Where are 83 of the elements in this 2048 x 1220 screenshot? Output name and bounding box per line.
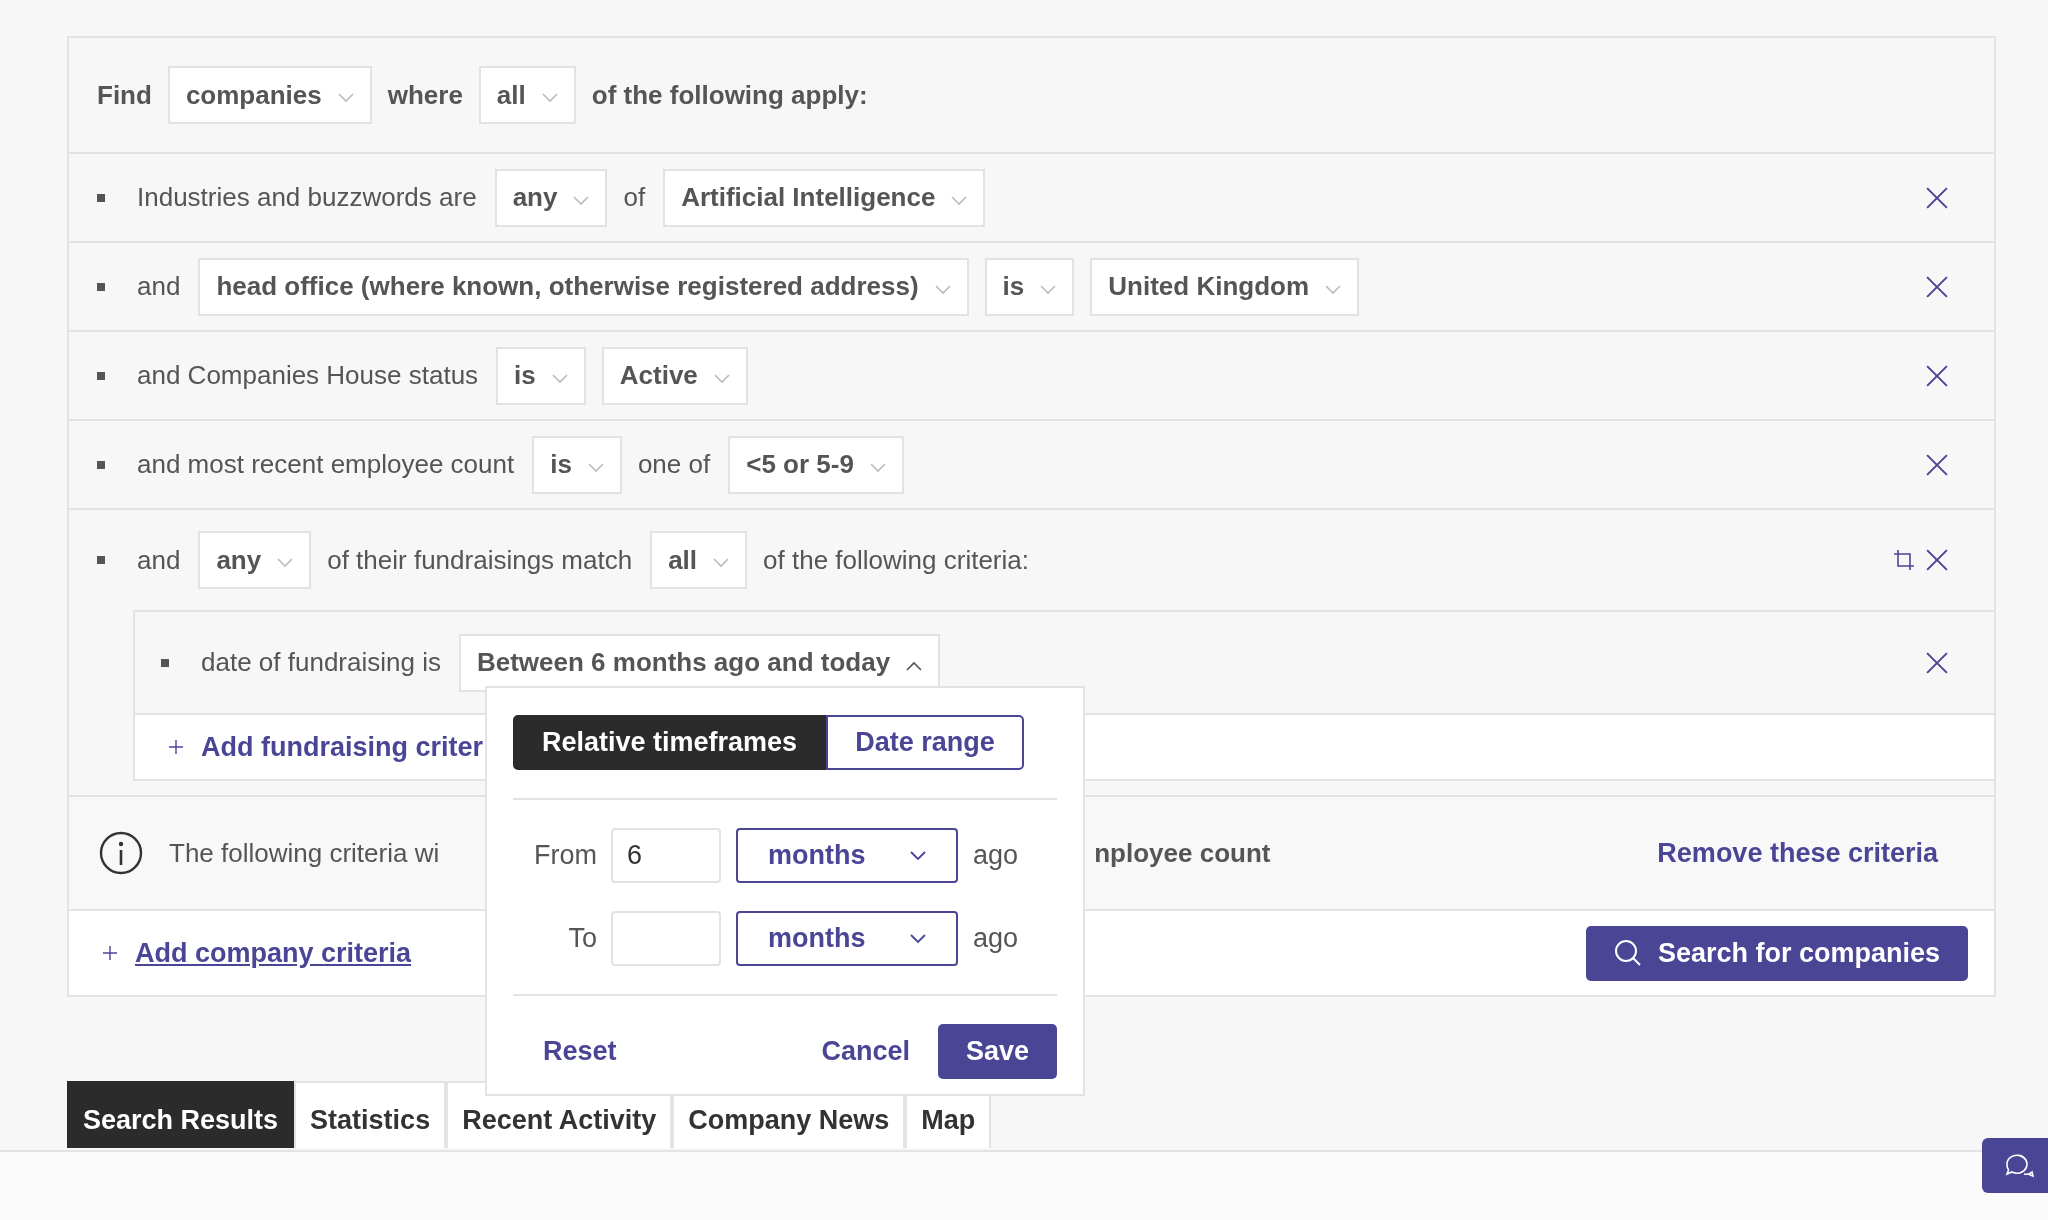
- cancel-button[interactable]: Cancel: [817, 1024, 914, 1079]
- criteria-dropdown[interactable]: United Kingdom: [1090, 257, 1360, 316]
- criteria-text: Industries and buzzwords are: [137, 182, 477, 213]
- bullet: [161, 658, 169, 667]
- range-label: From: [533, 840, 597, 871]
- crop-icon[interactable]: [1892, 548, 1916, 572]
- chevron-down-icon: [910, 850, 926, 861]
- match-dropdown[interactable]: all: [478, 66, 576, 124]
- remove-criteria-link[interactable]: Remove these criteria: [1657, 837, 1938, 869]
- criteria-text: and: [137, 544, 181, 576]
- unit-dropdown[interactable]: months: [736, 911, 958, 966]
- criteria-text: of the following criteria:: [763, 544, 1029, 576]
- bullet: [97, 193, 105, 202]
- criteria-text: and: [137, 271, 181, 302]
- ago-label: ago: [973, 923, 1019, 954]
- criteria-dropdown[interactable]: Active: [601, 346, 748, 405]
- criteria-text: and most recent employee count: [137, 449, 515, 480]
- criteria-text: date of fundraising is: [201, 647, 441, 678]
- close-icon[interactable]: [1926, 549, 1948, 571]
- criteria-dropdown[interactable]: is: [984, 257, 1075, 316]
- chevron-down-icon: [951, 195, 968, 206]
- find-label: Find: [97, 79, 152, 111]
- criteria-dropdown[interactable]: all: [650, 531, 748, 589]
- close-icon[interactable]: [1926, 453, 1948, 476]
- criteria-dropdown[interactable]: Between 6 months ago and today: [458, 633, 941, 692]
- close-icon[interactable]: [1926, 651, 1948, 674]
- chevron-down-icon: [1325, 284, 1342, 295]
- chevron-down-icon: [934, 284, 951, 295]
- timeframe-tab[interactable]: Relative timeframes: [513, 715, 827, 770]
- bullet: [97, 460, 105, 469]
- chevron-down-icon: [910, 933, 926, 944]
- search-button[interactable]: Search for companies: [1585, 925, 1968, 981]
- criteria-dropdown[interactable]: Artificial Intelligence: [663, 168, 986, 227]
- results-tab[interactable]: Search Results: [67, 1081, 295, 1148]
- close-icon[interactable]: [1926, 186, 1948, 209]
- add-company-criteria-link[interactable]: Add company criteria: [135, 937, 412, 969]
- chevron-down-icon: [869, 462, 886, 473]
- unit-dropdown[interactable]: months: [736, 828, 958, 883]
- chevron-down-icon: [541, 93, 558, 103]
- chevron-up-icon: [906, 660, 923, 671]
- subject-dropdown[interactable]: companies: [167, 66, 372, 124]
- chevron-down-icon: [713, 558, 730, 568]
- chevron-down-icon: [587, 462, 604, 473]
- chevron-down-icon: [277, 558, 294, 568]
- chevron-down-icon: [573, 195, 590, 206]
- info-text: The following criteria wi: [169, 837, 440, 869]
- criteria-dropdown[interactable]: is: [496, 346, 586, 405]
- query-suffix: of the following apply:: [591, 79, 868, 111]
- number-field[interactable]: [611, 911, 721, 966]
- range-label: To: [567, 923, 597, 954]
- plus-icon: [169, 740, 183, 754]
- chevron-down-icon: [551, 373, 568, 384]
- chat-button[interactable]: [1982, 1138, 2048, 1193]
- criteria-dropdown[interactable]: any: [198, 531, 312, 589]
- criteria-text: and Companies House status: [137, 360, 479, 391]
- number-field[interactable]: 6: [611, 828, 721, 883]
- chevron-down-icon: [1040, 284, 1057, 295]
- bullet: [97, 282, 105, 291]
- criteria-dropdown[interactable]: head office (where known, otherwise registered address): [198, 257, 969, 316]
- info-text: nployee count: [1094, 837, 1271, 869]
- info-icon: [99, 831, 143, 875]
- close-icon[interactable]: [1926, 275, 1948, 298]
- reset-button[interactable]: Reset: [539, 1024, 621, 1079]
- criteria-text: one of: [637, 449, 711, 480]
- bullet: [97, 556, 105, 564]
- criteria-dropdown[interactable]: is: [532, 435, 622, 494]
- chat-bubbles-icon: [2004, 1151, 2034, 1180]
- criteria-dropdown[interactable]: <5 or 5-9: [728, 435, 904, 494]
- close-icon[interactable]: [1926, 364, 1948, 387]
- criteria-text: of their fundraisings match: [327, 544, 633, 576]
- where-label: where: [387, 79, 463, 111]
- search-icon: [1613, 939, 1642, 967]
- criteria-text: of: [623, 182, 646, 213]
- results-tab[interactable]: Statistics: [294, 1081, 447, 1148]
- chevron-down-icon: [713, 373, 730, 384]
- plus-icon: [103, 946, 117, 960]
- ago-label: ago: [973, 840, 1019, 871]
- add-fundraising-criteria-link[interactable]: Add fundraising criter: [201, 731, 484, 763]
- bullet: [97, 371, 105, 380]
- save-button[interactable]: Save: [937, 1024, 1057, 1079]
- criteria-dropdown[interactable]: any: [494, 168, 608, 227]
- timeframe-tab[interactable]: Date range: [826, 715, 1024, 770]
- chevron-down-icon: [337, 93, 354, 103]
